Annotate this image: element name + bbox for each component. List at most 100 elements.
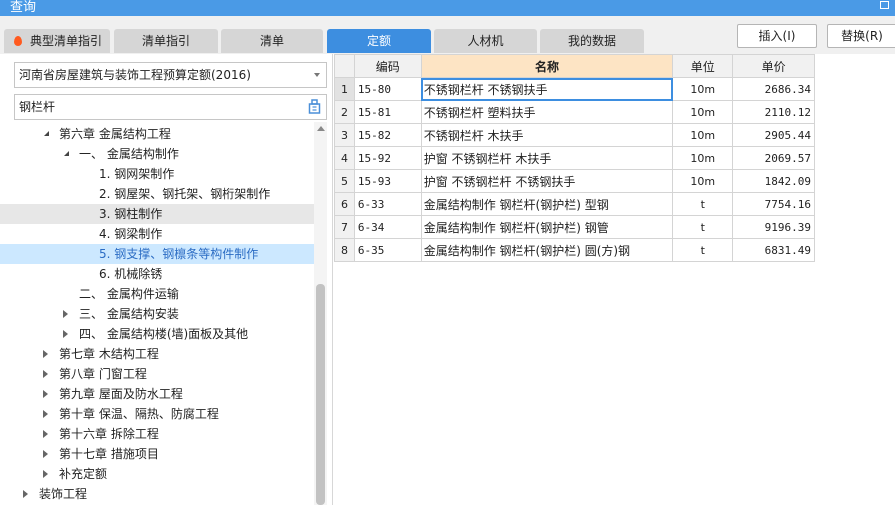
tree-node-label: 3. 钢柱制作 bbox=[99, 207, 163, 221]
table-row[interactable]: 5 15-93 护窗 不锈钢栏杆 不锈钢扶手 10m 1842.09 bbox=[334, 169, 815, 193]
tree-toggle-icon[interactable] bbox=[40, 444, 50, 464]
tree-node[interactable]: 3. 钢柱制作 bbox=[0, 204, 314, 224]
cell-code[interactable]: 15-82 bbox=[353, 123, 422, 147]
tree-toggle-icon[interactable] bbox=[40, 344, 50, 364]
cell-code[interactable]: 15-92 bbox=[353, 146, 422, 170]
row-index: 3 bbox=[334, 123, 355, 147]
tab-list-guide[interactable]: 清单指引 bbox=[114, 29, 218, 53]
tree-node-label: 第九章 屋面及防水工程 bbox=[59, 387, 183, 401]
tab-label: 定额 bbox=[366, 34, 391, 48]
cell-unit[interactable]: t bbox=[672, 215, 734, 239]
tree-toggle-icon[interactable] bbox=[40, 404, 50, 424]
cell-name[interactable]: 护窗 不锈钢栏杆 木扶手 bbox=[420, 146, 674, 170]
table-row[interactable]: 6 6-33 金属结构制作 钢栏杆(钢护栏) 型钢 t 7754.16 bbox=[334, 192, 815, 216]
tree-node[interactable]: 第十七章 措施项目 bbox=[0, 444, 314, 464]
tree-node[interactable]: 二、 金属构件运输 bbox=[0, 284, 314, 304]
tree-node[interactable]: 一、 金属结构制作 bbox=[0, 144, 314, 164]
search-clear-icon[interactable] bbox=[308, 99, 321, 114]
cell-name[interactable]: 金属结构制作 钢栏杆(钢护栏) 圆(方)钢 bbox=[420, 238, 674, 262]
cell-price[interactable]: 2069.57 bbox=[732, 146, 815, 170]
column-header-unit[interactable]: 单位 bbox=[672, 54, 734, 78]
scroll-up-icon[interactable] bbox=[317, 126, 325, 131]
tree-scrollbar[interactable] bbox=[314, 122, 327, 505]
quota-tree: 第六章 金属结构工程 一、 金属结构制作 1. 钢网架制作 2. 钢屋架、钢托架… bbox=[0, 122, 314, 505]
tab-my-data[interactable]: 我的数据 bbox=[540, 29, 644, 53]
cell-code[interactable]: 15-81 bbox=[353, 100, 422, 124]
tree-node[interactable]: 4. 钢梁制作 bbox=[0, 224, 314, 244]
tree-node[interactable]: 第九章 屋面及防水工程 bbox=[0, 384, 314, 404]
cell-price[interactable]: 7754.16 bbox=[732, 192, 815, 216]
tree-node[interactable]: 第十章 保温、隔热、防腐工程 bbox=[0, 404, 314, 424]
tree-toggle-icon[interactable] bbox=[40, 364, 50, 384]
tree-node[interactable]: 补充定额 bbox=[0, 464, 314, 484]
restore-icon[interactable] bbox=[880, 1, 889, 9]
tree-node[interactable]: 三、 金属结构安装 bbox=[0, 304, 314, 324]
scrollbar-thumb[interactable] bbox=[316, 284, 325, 505]
cell-name[interactable]: 金属结构制作 钢栏杆(钢护栏) 型钢 bbox=[420, 192, 674, 216]
cell-code[interactable]: 6-33 bbox=[353, 192, 422, 216]
tree-toggle-icon[interactable] bbox=[40, 384, 50, 404]
tab-typical-list-guide[interactable]: 典型清单指引 bbox=[4, 29, 110, 53]
tree-node[interactable]: 6. 机械除锈 bbox=[0, 264, 314, 284]
tree-toggle-icon[interactable] bbox=[60, 324, 70, 344]
tree-node-label: 第十六章 拆除工程 bbox=[59, 427, 159, 441]
tree-toggle-icon[interactable] bbox=[40, 424, 50, 444]
tree-node[interactable]: 装饰工程 bbox=[0, 484, 314, 504]
search-input[interactable]: 钢栏杆 bbox=[14, 94, 327, 120]
tree-node-label: 第六章 金属结构工程 bbox=[59, 127, 171, 141]
tree-toggle-icon[interactable] bbox=[62, 144, 72, 164]
cell-price[interactable]: 1842.09 bbox=[732, 169, 815, 193]
cell-name[interactable]: 不锈钢栏杆 塑料扶手 bbox=[420, 100, 674, 124]
tree-toggle-icon[interactable] bbox=[42, 124, 52, 144]
cell-price[interactable]: 2905.44 bbox=[732, 123, 815, 147]
table-row[interactable]: 4 15-92 护窗 不锈钢栏杆 木扶手 10m 2069.57 bbox=[334, 146, 815, 170]
table-row[interactable]: 8 6-35 金属结构制作 钢栏杆(钢护栏) 圆(方)钢 t 6831.49 bbox=[334, 238, 815, 262]
cell-unit[interactable]: t bbox=[672, 192, 734, 216]
tree-node[interactable]: 2. 钢屋架、钢托架、钢桁架制作 bbox=[0, 184, 314, 204]
cell-unit[interactable]: 10m bbox=[672, 146, 734, 170]
tree-node[interactable]: 第七章 木结构工程 bbox=[0, 344, 314, 364]
column-header-name[interactable]: 名称 bbox=[420, 54, 674, 78]
cell-name[interactable]: 不锈钢栏杆 不锈钢扶手 bbox=[420, 77, 674, 101]
tab-list[interactable]: 清单 bbox=[221, 29, 323, 53]
cell-name[interactable]: 不锈钢栏杆 木扶手 bbox=[420, 123, 674, 147]
tree-node[interactable]: 第六章 金属结构工程 bbox=[0, 124, 314, 144]
cell-price[interactable]: 6831.49 bbox=[732, 238, 815, 262]
cell-unit[interactable]: 10m bbox=[672, 123, 734, 147]
tree-node[interactable]: 第十六章 拆除工程 bbox=[0, 424, 314, 444]
cell-price[interactable]: 9196.39 bbox=[732, 215, 815, 239]
cell-code[interactable]: 15-80 bbox=[353, 77, 422, 101]
cell-price[interactable]: 2686.34 bbox=[732, 77, 815, 101]
cell-name[interactable]: 护窗 不锈钢栏杆 不锈钢扶手 bbox=[420, 169, 674, 193]
tree-node[interactable]: 四、 金属结构楼(墙)面板及其他 bbox=[0, 324, 314, 344]
cell-unit[interactable]: 10m bbox=[672, 77, 734, 101]
column-header-price[interactable]: 单价 bbox=[732, 54, 815, 78]
tree-toggle-icon[interactable] bbox=[20, 484, 30, 504]
table-row[interactable]: 3 15-82 不锈钢栏杆 木扶手 10m 2905.44 bbox=[334, 123, 815, 147]
cell-code[interactable]: 6-34 bbox=[353, 215, 422, 239]
cell-code[interactable]: 15-93 bbox=[353, 169, 422, 193]
tree-node[interactable]: 第八章 门窗工程 bbox=[0, 364, 314, 384]
tree-node-label: 第七章 木结构工程 bbox=[59, 347, 159, 361]
cell-unit[interactable]: t bbox=[672, 238, 734, 262]
library-select[interactable]: 河南省房屋建筑与装饰工程预算定额(2016) bbox=[14, 62, 327, 88]
cell-unit[interactable]: 10m bbox=[672, 100, 734, 124]
tree-node-selected[interactable]: 5. 钢支撑、钢檩条等构件制作 bbox=[0, 244, 314, 264]
table-row[interactable]: 1 15-80 不锈钢栏杆 不锈钢扶手 10m 2686.34 bbox=[334, 77, 815, 101]
cell-name[interactable]: 金属结构制作 钢栏杆(钢护栏) 钢管 bbox=[420, 215, 674, 239]
table-row[interactable]: 7 6-34 金属结构制作 钢栏杆(钢护栏) 钢管 t 9196.39 bbox=[334, 215, 815, 239]
table-row[interactable]: 2 15-81 不锈钢栏杆 塑料扶手 10m 2110.12 bbox=[334, 100, 815, 124]
row-index: 5 bbox=[334, 169, 355, 193]
tab-quota[interactable]: 定额 bbox=[327, 29, 431, 53]
cell-price[interactable]: 2110.12 bbox=[732, 100, 815, 124]
tree-node-label: 2. 钢屋架、钢托架、钢桁架制作 bbox=[99, 187, 271, 201]
column-header-code[interactable]: 编码 bbox=[353, 54, 422, 78]
tree-toggle-icon[interactable] bbox=[40, 464, 50, 484]
tree-toggle-icon[interactable] bbox=[60, 304, 70, 324]
insert-button[interactable]: 插入(I) bbox=[737, 24, 817, 48]
cell-unit[interactable]: 10m bbox=[672, 169, 734, 193]
tab-labor-material-machine[interactable]: 人材机 bbox=[434, 29, 537, 53]
tree-node[interactable]: 1. 钢网架制作 bbox=[0, 164, 314, 184]
cell-code[interactable]: 6-35 bbox=[353, 238, 422, 262]
replace-button[interactable]: 替换(R) bbox=[827, 24, 895, 48]
